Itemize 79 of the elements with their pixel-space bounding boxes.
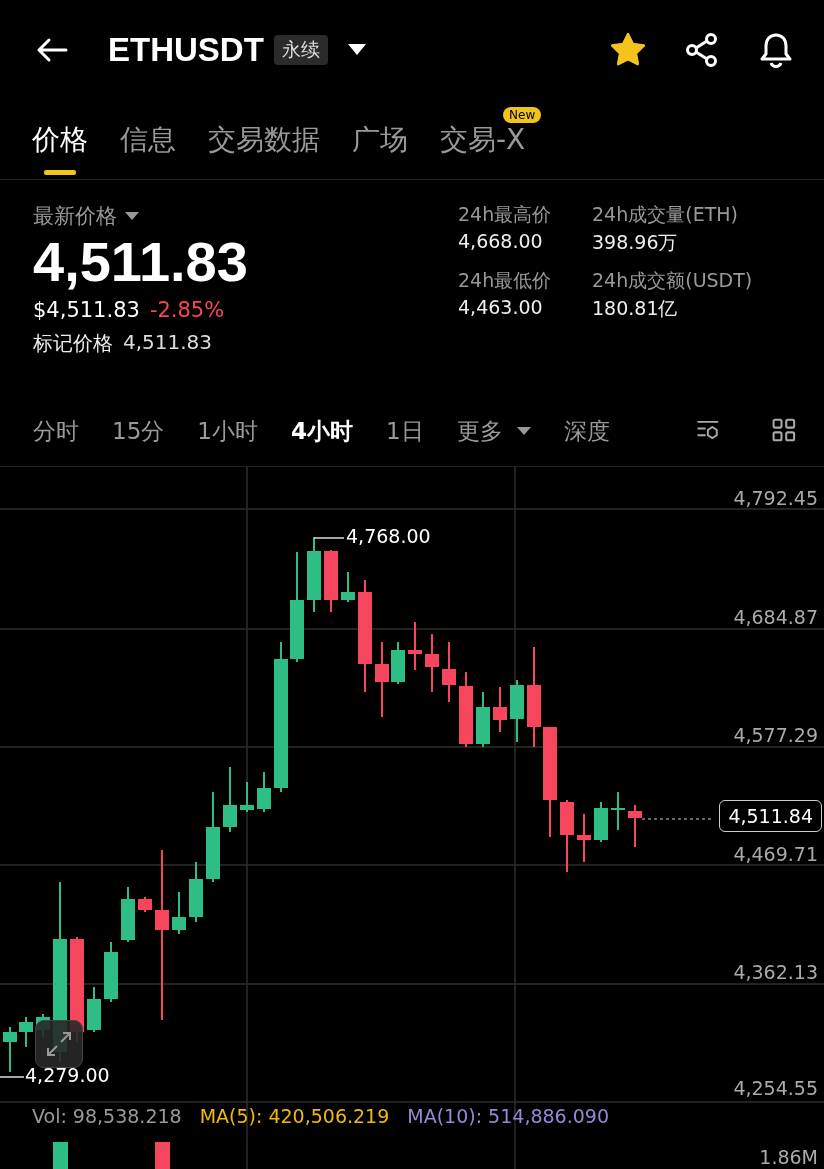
candle (442, 641, 456, 703)
stat-label: 24h成交额(USDT) (592, 268, 754, 293)
price-axis-label: 4,254.55 (733, 1076, 818, 1101)
candle (425, 633, 439, 693)
candle (240, 781, 254, 813)
interval-tab[interactable]: 1日 (385, 416, 424, 447)
caret-icon[interactable] (125, 211, 139, 221)
volume-axis-label: 1.86M (759, 1147, 818, 1167)
candle (189, 861, 203, 923)
tab[interactable]: 广场 (352, 106, 408, 173)
price-axis-label: 4,577.29 (733, 723, 818, 748)
candle (628, 804, 642, 848)
stat-label: 24h最低价 (458, 268, 553, 293)
volume-bar (155, 1142, 170, 1169)
candle (408, 621, 422, 671)
candle (257, 771, 271, 813)
tab[interactable]: 交易数据 (208, 106, 320, 173)
stat-value: 398.96万 (592, 230, 679, 255)
share-icon[interactable] (684, 32, 720, 68)
stat-label: 24h最高价 (458, 202, 553, 227)
candle (223, 766, 237, 833)
interval-tab[interactable]: 1小时 (197, 416, 258, 447)
usd-price: $4,511.83 (33, 298, 140, 322)
mark-price-value: 4,511.83 (123, 330, 213, 356)
price-axis-label: 4,469.71 (733, 842, 818, 867)
price-change: -2.85% (149, 298, 225, 322)
interval-tab[interactable]: 4小时 (290, 416, 353, 447)
contract-badge: 永续 (273, 35, 328, 65)
candle (577, 813, 591, 863)
tab[interactable]: 价格 (32, 106, 88, 173)
caret-icon (516, 427, 531, 436)
volume-readout: Vol: 98,538.218 (32, 1105, 182, 1127)
candle (138, 896, 152, 913)
candle (391, 641, 405, 685)
price-label: 最新价格 (33, 203, 117, 230)
candle (121, 886, 135, 943)
bell-icon[interactable] (758, 32, 794, 68)
back-arrow-icon[interactable] (36, 37, 68, 63)
candle (594, 801, 608, 843)
price-axis-label: 4,792.45 (733, 486, 818, 511)
high-price-marker: 4,768.00 (346, 525, 431, 547)
tab[interactable]: 信息 (120, 106, 176, 173)
candle (510, 679, 524, 743)
caret-icon[interactable] (347, 44, 366, 56)
new-badge: New (503, 106, 542, 123)
ma5-readout: MA(5): 420,506.219 (199, 1105, 390, 1127)
star-icon[interactable] (610, 32, 646, 68)
stat-value: 180.81亿 (592, 296, 679, 321)
volume-bar (53, 1142, 68, 1169)
candle (341, 571, 355, 603)
interval-tab[interactable]: 15分 (112, 416, 165, 447)
candle (493, 686, 507, 733)
candle (476, 691, 490, 748)
last-price: 4,511.83 (33, 230, 249, 294)
leader-line (0, 1076, 25, 1078)
leader-line (313, 537, 345, 539)
interval-tab[interactable]: 分时 (33, 416, 79, 447)
current-price-tag: 4,511.84 (719, 800, 822, 832)
candle (104, 941, 118, 1003)
ma10-readout: MA(10): 514,886.090 (407, 1105, 609, 1127)
stat-value: 4,668.00 (458, 230, 544, 252)
price-axis-label: 4,684.87 (733, 605, 818, 630)
interval-dropdown[interactable]: 更多 (456, 416, 531, 447)
stat-value: 4,463.00 (458, 296, 544, 318)
candle (611, 791, 625, 831)
expand-button[interactable] (35, 1020, 83, 1068)
candle (3, 1026, 17, 1073)
expand-icon (44, 1029, 74, 1059)
price-axis-label: 4,362.13 (733, 960, 818, 985)
low-price-marker: 4,279.00 (25, 1064, 110, 1086)
candle (87, 986, 101, 1033)
candle (324, 549, 338, 613)
candle (19, 1016, 33, 1048)
grid-layout-icon[interactable] (772, 416, 796, 444)
mark-price-label: 标记价格 (33, 330, 113, 357)
candle (172, 891, 186, 935)
symbol-title: ETHUSDT (108, 31, 264, 69)
stat-label: 24h成交量(ETH) (592, 202, 739, 227)
interval-tab[interactable]: 深度 (563, 416, 610, 447)
